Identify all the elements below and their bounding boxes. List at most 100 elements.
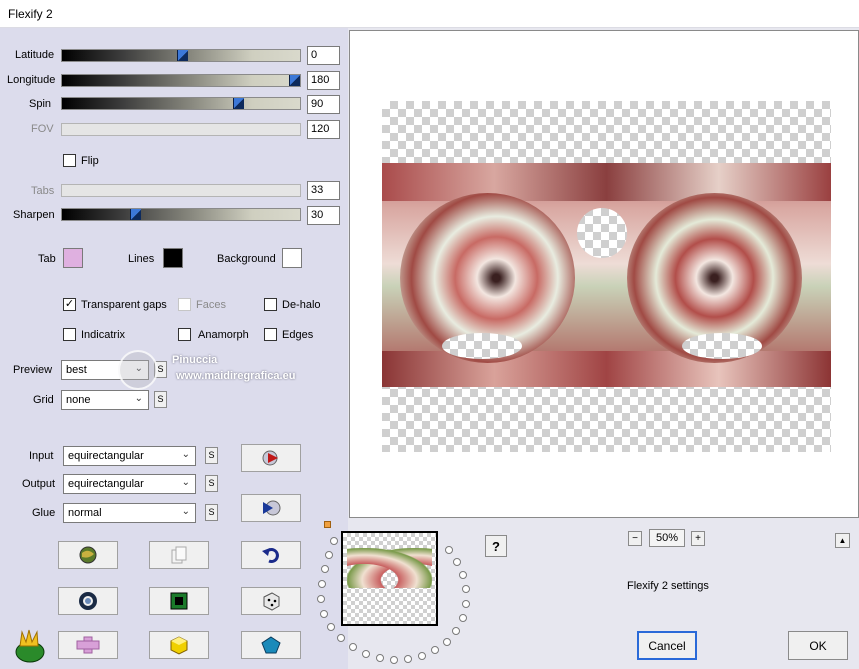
output-projection-select[interactable]: equirectangular ⌄ <box>63 474 196 494</box>
play-blue-button[interactable] <box>241 494 301 522</box>
zoom-in-button[interactable]: + <box>691 531 705 546</box>
play-blue-icon <box>263 500 281 516</box>
fov-slider <box>61 123 301 136</box>
rotation-dot[interactable] <box>459 614 467 622</box>
zoom-out-button[interactable]: − <box>628 531 642 546</box>
watermark: Pinuccia www.maidiregrafica.eu <box>118 350 333 412</box>
pano-bottom-band <box>382 351 831 387</box>
yellow-cube-button[interactable] <box>149 631 209 659</box>
output-s-button[interactable]: S <box>205 475 218 492</box>
de-halo-checkbox[interactable] <box>264 298 277 311</box>
indicatrix-checkbox[interactable] <box>63 328 76 341</box>
spin-input[interactable]: 90 <box>307 95 340 114</box>
rotation-dot[interactable] <box>320 610 328 618</box>
navigator-preview[interactable] <box>341 531 438 626</box>
rotation-dot[interactable] <box>404 655 412 663</box>
rotation-dot[interactable] <box>318 580 326 588</box>
fov-input[interactable]: 120 <box>307 120 340 139</box>
sharpen-thumb[interactable] <box>130 209 141 220</box>
globe-icon <box>79 546 97 564</box>
copy-button[interactable] <box>149 541 209 569</box>
edges-label: Edges <box>282 329 314 341</box>
anamorph-checkbox[interactable] <box>178 328 191 341</box>
output-label: Output <box>22 478 56 490</box>
flip-checkbox[interactable] <box>63 154 76 167</box>
chevron-down-icon: ⌄ <box>181 477 190 488</box>
title-bar: Flexify 2 <box>0 0 859 28</box>
input-projection-select[interactable]: equirectangular ⌄ <box>63 446 196 466</box>
rotation-dot[interactable] <box>327 623 335 631</box>
settings-label: Flexify 2 settings <box>627 580 709 592</box>
rotation-dot[interactable] <box>431 646 439 654</box>
rotation-dot[interactable] <box>362 650 370 658</box>
spin-label: Spin <box>29 98 52 110</box>
rotation-dot[interactable] <box>317 595 325 603</box>
rotation-dot[interactable] <box>453 558 461 566</box>
ring-button[interactable] <box>58 587 118 615</box>
lines-color-label: Lines <box>128 253 155 265</box>
panorama-image <box>382 163 831 387</box>
chevron-down-icon: ⌄ <box>181 449 190 460</box>
rotation-dot[interactable] <box>462 600 470 608</box>
rotation-dot[interactable] <box>459 571 467 579</box>
anamorph-label: Anamorph <box>198 329 249 341</box>
dice-button[interactable] <box>241 587 301 615</box>
transparent-gaps-label: Transparent gaps <box>81 299 167 311</box>
tab-color-swatch[interactable] <box>63 248 83 268</box>
rotation-dot[interactable] <box>330 537 338 545</box>
navigator-thumbnail <box>347 548 432 588</box>
ok-button[interactable]: OK <box>788 631 848 660</box>
pink-cross-icon <box>76 636 100 654</box>
pentagon-button[interactable] <box>241 631 301 659</box>
rotation-dot[interactable] <box>445 546 453 554</box>
collapse-button[interactable]: ▲ <box>835 533 850 548</box>
faces-label: Faces <box>196 299 226 311</box>
rotation-dot[interactable] <box>418 652 426 660</box>
input-label: Input <box>29 450 54 462</box>
latitude-input[interactable]: 0 <box>307 46 340 65</box>
gap-left-bottom <box>442 333 522 359</box>
rotation-dot[interactable] <box>452 627 460 635</box>
tab-color-label: Tab <box>38 253 56 265</box>
spin-slider[interactable] <box>61 97 301 110</box>
longitude-input[interactable]: 180 <box>307 71 340 90</box>
help-button[interactable]: ? <box>485 535 507 557</box>
background-color-swatch[interactable] <box>282 248 302 268</box>
longitude-slider[interactable] <box>61 74 301 87</box>
globe-button[interactable] <box>58 541 118 569</box>
spin-thumb[interactable] <box>233 98 244 109</box>
cancel-button[interactable]: Cancel <box>637 631 697 660</box>
longitude-thumb[interactable] <box>289 75 300 86</box>
rotation-dot[interactable] <box>376 654 384 662</box>
navigator-marker-icon <box>324 521 331 528</box>
play-red-button[interactable] <box>241 444 301 472</box>
edges-checkbox[interactable] <box>264 328 277 341</box>
undo-button[interactable] <box>241 541 301 569</box>
latitude-slider[interactable] <box>61 49 301 62</box>
latitude-thumb[interactable] <box>177 50 188 61</box>
lines-color-swatch[interactable] <box>163 248 183 268</box>
tabs-slider <box>61 184 301 197</box>
pentagon-icon <box>261 636 281 654</box>
sharpen-label: Sharpen <box>13 209 55 221</box>
sharpen-input[interactable]: 30 <box>307 206 340 225</box>
output-projection-value: equirectangular <box>68 478 144 490</box>
glue-select[interactable]: normal ⌄ <box>63 503 196 523</box>
rotation-dot[interactable] <box>325 551 333 559</box>
transparent-gaps-checkbox[interactable]: ✓ <box>63 298 76 311</box>
sharpen-slider[interactable] <box>61 208 301 221</box>
rotation-dot[interactable] <box>349 643 357 651</box>
dice-icon <box>263 592 280 611</box>
gap-center <box>577 208 627 258</box>
rotation-dot[interactable] <box>462 585 470 593</box>
tabs-input[interactable]: 33 <box>307 181 340 200</box>
glue-s-button[interactable]: S <box>205 504 218 521</box>
input-s-button[interactable]: S <box>205 447 218 464</box>
rotation-dot[interactable] <box>321 565 329 573</box>
pink-cross-button[interactable] <box>58 631 118 659</box>
rotation-dot[interactable] <box>390 656 398 664</box>
main-preview-canvas[interactable] <box>349 30 859 518</box>
rotation-dot[interactable] <box>443 638 451 646</box>
green-square-button[interactable] <box>149 587 209 615</box>
rotation-dot[interactable] <box>337 634 345 642</box>
